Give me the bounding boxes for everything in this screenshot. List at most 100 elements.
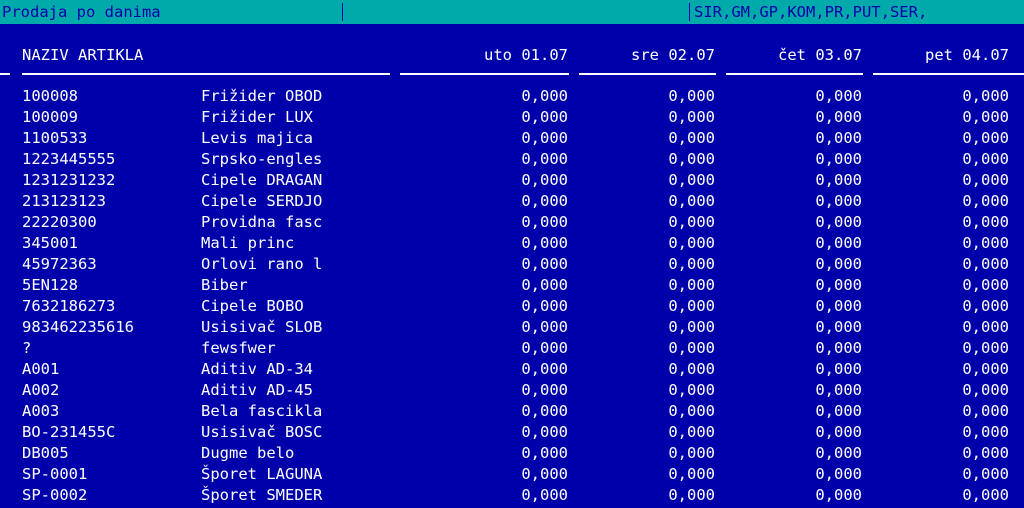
- day-quantity: 0,000: [521, 402, 568, 420]
- day-quantity: 0,000: [521, 444, 568, 462]
- article-name: Dugme belo: [201, 444, 295, 462]
- table-row[interactable]: SP-0001 Šporet LAGUNA 0,000 0,000 0,000 0,000: [0, 464, 1024, 485]
- day-quantity: 0,000: [668, 129, 715, 147]
- day-quantity: 0,000: [815, 87, 862, 105]
- table-row[interactable]: ? fewsfwer 0,000 0,000 0,000 0,000: [0, 338, 1024, 359]
- article-name: Frižider LUX: [201, 108, 313, 126]
- day-quantity: 0,000: [521, 465, 568, 483]
- table-row[interactable]: 7632186273 Cipele BOBO 0,000 0,000 0,000 0,00…: [0, 296, 1024, 317]
- day-quantity: 0,000: [815, 171, 862, 189]
- table-row[interactable]: DB005 Dugme belo 0,000 0,000 0,000 0,000: [0, 443, 1024, 464]
- table-row[interactable]: SP-0002 Šporet SMEDER 0,000 0,000 0,000 0,000: [0, 485, 1024, 506]
- day-quantity: 0,000: [668, 360, 715, 378]
- article-name: Šporet SMEDER: [201, 486, 323, 504]
- day-quantity: 0,000: [962, 276, 1009, 294]
- day-quantity: 0,000: [962, 192, 1009, 210]
- article-name: Cipele BOBO: [201, 297, 304, 315]
- table-row[interactable]: 22220300 Providna fasc 0,000 0,000 0,000 0,00…: [0, 212, 1024, 233]
- day-quantity: 0,000: [815, 192, 862, 210]
- article-name: Aditiv AD-34: [201, 360, 313, 378]
- article-name: Bela fascikla: [201, 402, 323, 420]
- day-quantity: 0,000: [962, 360, 1009, 378]
- day-quantity: 0,000: [521, 87, 568, 105]
- article-name: Frižider OBOD: [201, 87, 323, 105]
- article-name: Srpsko-engles: [201, 150, 323, 168]
- day-quantity: 0,000: [815, 297, 862, 315]
- article-name: Cipele DRAGAN: [201, 171, 323, 189]
- header-rule: [579, 73, 716, 75]
- article-code: 1223445555: [22, 150, 116, 168]
- day-quantity: 0,000: [962, 465, 1009, 483]
- title-bar: Prodaja po danima SIR,GM,GP,KOM,PR,PUT,S…: [0, 0, 1024, 24]
- day-quantity: 0,000: [668, 381, 715, 399]
- table-row[interactable]: 100008 Frižider OBOD 0,000 0,000 0,000 0,000: [0, 86, 1024, 107]
- day-quantity: 0,000: [962, 255, 1009, 273]
- day-quantity: 0,000: [668, 171, 715, 189]
- table-row[interactable]: A001 Aditiv AD-34 0,000 0,000 0,000 0,000: [0, 359, 1024, 380]
- column-header-name: NAZIV ARTIKLA: [22, 46, 144, 64]
- title-bar-divider: [689, 3, 690, 21]
- day-quantity: 0,000: [521, 381, 568, 399]
- day-quantity: 0,000: [521, 213, 568, 231]
- column-header-day-2: sre 02.07: [631, 46, 715, 64]
- table-row[interactable]: 983462235616 Usisivač SLOB 0,000 0,000 0,000…: [0, 317, 1024, 338]
- column-header-day-3: čet 03.07: [778, 46, 862, 64]
- day-quantity: 0,000: [668, 234, 715, 252]
- day-quantity: 0,000: [815, 381, 862, 399]
- article-name: Aditiv AD-45: [201, 381, 313, 399]
- table-row[interactable]: 100009 Frižider LUX 0,000 0,000 0,000 0,000: [0, 107, 1024, 128]
- day-quantity: 0,000: [521, 234, 568, 252]
- table-row[interactable]: A002 Aditiv AD-45 0,000 0,000 0,000 0,000: [0, 380, 1024, 401]
- article-code: 213123123: [22, 192, 106, 210]
- title-bar-divider: [342, 3, 343, 21]
- table-row[interactable]: BO-231455C Usisivač BOSC 0,000 0,000 0,000 0,…: [0, 422, 1024, 443]
- day-quantity: 0,000: [815, 486, 862, 504]
- article-code: 5EN128: [22, 276, 78, 294]
- article-code: 983462235616: [22, 318, 134, 336]
- article-name: Cipele SERDJO: [201, 192, 323, 210]
- table-row[interactable]: 5EN128 Biber 0,000 0,000 0,000 0,000: [0, 275, 1024, 296]
- column-header-day-4: pet 04.07: [925, 46, 1009, 64]
- table-row[interactable]: 1223445555 Srpsko-engles 0,000 0,000 0,000 0,…: [0, 149, 1024, 170]
- day-quantity: 0,000: [962, 234, 1009, 252]
- day-quantity: 0,000: [815, 360, 862, 378]
- day-quantity: 0,000: [521, 192, 568, 210]
- article-code: 1231231232: [22, 171, 116, 189]
- table-row[interactable]: 1100533 Levis majica 0,000 0,000 0,000 0,000: [0, 128, 1024, 149]
- day-quantity: 0,000: [521, 255, 568, 273]
- table-row[interactable]: A003 Bela fascikla 0,000 0,000 0,000 0,000: [0, 401, 1024, 422]
- day-quantity: 0,000: [521, 360, 568, 378]
- day-quantity: 0,000: [962, 423, 1009, 441]
- day-quantity: 0,000: [668, 339, 715, 357]
- day-quantity: 0,000: [962, 486, 1009, 504]
- day-quantity: 0,000: [521, 276, 568, 294]
- article-code: 100008: [22, 87, 78, 105]
- article-name: Mali princ: [201, 234, 295, 252]
- article-code: DB005: [22, 444, 69, 462]
- article-code: A001: [22, 360, 60, 378]
- table-row[interactable]: 45972363 Orlovi rano l 0,000 0,000 0,000 0,00…: [0, 254, 1024, 275]
- day-quantity: 0,000: [521, 150, 568, 168]
- day-quantity: 0,000: [962, 297, 1009, 315]
- day-quantity: 0,000: [668, 465, 715, 483]
- day-quantity: 0,000: [815, 444, 862, 462]
- day-quantity: 0,000: [815, 423, 862, 441]
- day-quantity: 0,000: [815, 402, 862, 420]
- article-name: Biber: [201, 276, 248, 294]
- article-code: SP-0001: [22, 465, 88, 483]
- day-quantity: 0,000: [521, 423, 568, 441]
- day-quantity: 0,000: [815, 318, 862, 336]
- table-row[interactable]: 213123123 Cipele SERDJO 0,000 0,000 0,000 0,0…: [0, 191, 1024, 212]
- day-quantity: 0,000: [962, 381, 1009, 399]
- header-rule: [873, 73, 1024, 75]
- header-rule: [726, 73, 863, 75]
- day-quantity: 0,000: [668, 192, 715, 210]
- article-code: 345001: [22, 234, 78, 252]
- header-rule: [22, 73, 390, 75]
- table-row[interactable]: 1231231232 Cipele DRAGAN 0,000 0,000 0,000 0,…: [0, 170, 1024, 191]
- day-quantity: 0,000: [962, 213, 1009, 231]
- table-row[interactable]: 345001 Mali princ 0,000 0,000 0,000 0,000: [0, 233, 1024, 254]
- day-quantity: 0,000: [962, 108, 1009, 126]
- article-name: Usisivač BOSC: [201, 423, 323, 441]
- day-quantity: 0,000: [815, 465, 862, 483]
